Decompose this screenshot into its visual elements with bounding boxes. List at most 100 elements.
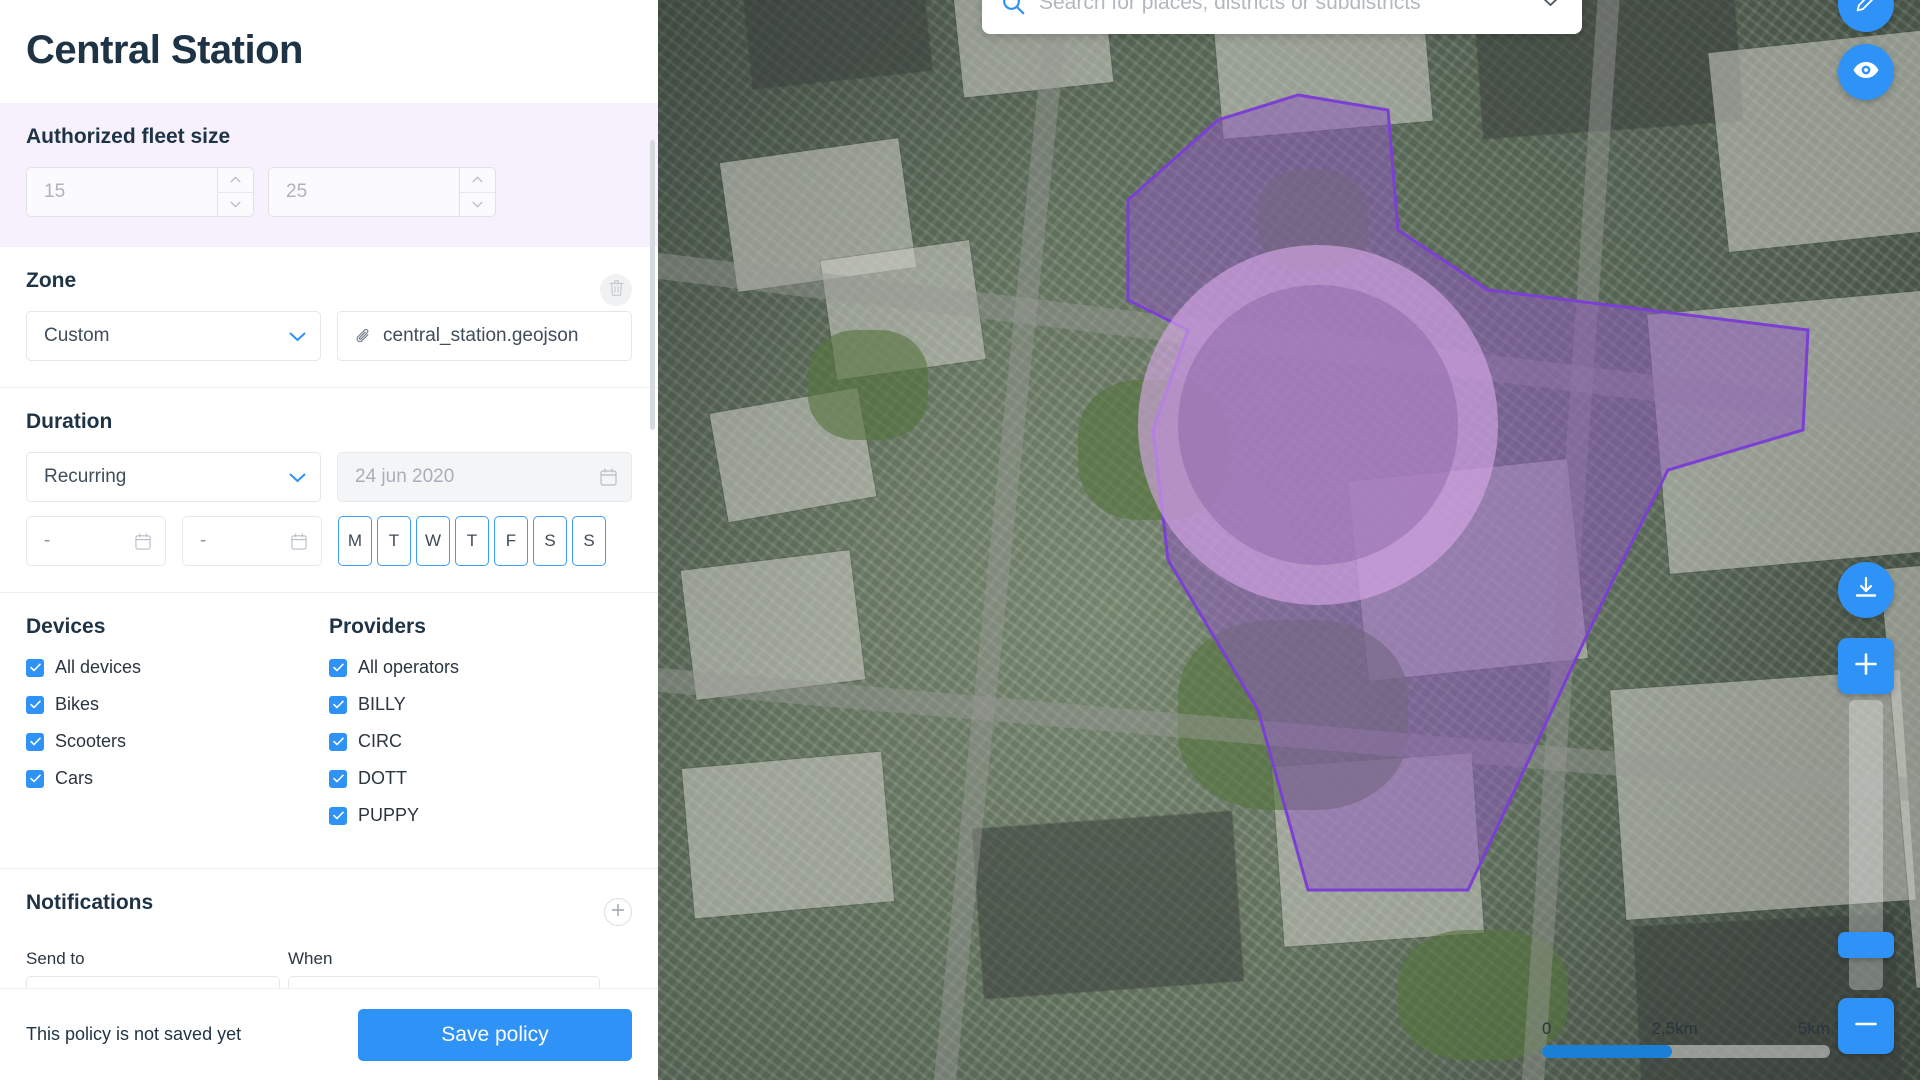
zone-plaza-inner (1178, 285, 1458, 565)
download-icon (1853, 575, 1879, 606)
fleet-min-stepper[interactable]: 15 (26, 167, 254, 217)
weekday-selector: M T W T F S S (338, 516, 606, 566)
duration-mode-select[interactable]: Recurring (26, 452, 321, 502)
chevron-down-icon (289, 469, 306, 486)
eye-icon (1852, 60, 1880, 85)
chevron-down-icon[interactable] (460, 193, 495, 217)
checkbox-checked-icon[interactable] (26, 732, 44, 751)
weekday-button-thu[interactable]: T (455, 516, 489, 566)
checkbox-label: All operators (358, 657, 460, 677)
checkbox-checked-icon[interactable] (26, 658, 44, 677)
checkbox-checked-icon[interactable] (329, 732, 347, 751)
fleet-min-stepper-buttons (217, 168, 253, 216)
plus-icon (1853, 651, 1879, 682)
panel-scroll-area[interactable]: Central Station Authorized fleet size 15 (0, 0, 658, 988)
chevron-down-icon[interactable] (1541, 0, 1560, 12)
checkbox-label: CIRC (358, 731, 402, 751)
weekday-button-tue[interactable]: T (377, 516, 411, 566)
zone-type-value: Custom (44, 325, 110, 346)
checkbox-row-bikes[interactable]: Bikes (26, 694, 329, 715)
aerial-imagery (658, 0, 1920, 1080)
duration-mode-value: Recurring (44, 466, 127, 487)
checkbox-row-all-devices[interactable]: All devices (26, 657, 329, 678)
app-root: Central Station Authorized fleet size 15 (0, 0, 1920, 1080)
fleet-max-stepper-buttons (459, 168, 495, 216)
devices-heading: Devices (26, 615, 106, 638)
zone-type-select[interactable]: Custom (26, 311, 321, 361)
checkbox-checked-icon[interactable] (26, 695, 44, 714)
policy-editor-panel: Central Station Authorized fleet size 15 (0, 0, 658, 1080)
duration-start-time-input[interactable]: - (26, 516, 166, 566)
zone-file-name: central_station.geojson (383, 325, 579, 346)
zoom-in-button[interactable] (1838, 638, 1894, 694)
notification-fields (26, 976, 632, 988)
providers-heading: Providers (329, 615, 426, 638)
duration-row-2: - - M T W T F S S (26, 516, 632, 566)
map-view[interactable]: Search for places, districts or subdistr… (658, 0, 1920, 1080)
panel-footer: This policy is not saved yet Save policy (0, 988, 658, 1080)
when-input[interactable] (288, 976, 600, 988)
paperclip-icon (355, 328, 372, 345)
checkbox-checked-icon[interactable] (329, 806, 347, 825)
zone-heading: Zone (26, 269, 77, 292)
save-policy-button[interactable]: Save policy (358, 1008, 632, 1061)
chevron-down-icon[interactable] (218, 193, 253, 217)
map-search-bar[interactable]: Search for places, districts or subdistr… (982, 0, 1582, 34)
weekday-button-sun[interactable]: S (572, 516, 606, 566)
fleet-max-stepper[interactable]: 25 (268, 167, 496, 217)
checkbox-row-all-operators[interactable]: All operators (329, 657, 632, 678)
download-button[interactable] (1838, 562, 1894, 618)
duration-start-time-value: - (44, 530, 51, 551)
checkbox-row-puppy[interactable]: PUPPY (329, 805, 632, 826)
panel-scrollbar[interactable] (650, 140, 655, 430)
scale-fill (1542, 1045, 1672, 1058)
weekday-button-sat[interactable]: S (533, 516, 567, 566)
duration-heading: Duration (26, 410, 113, 433)
notifications-header: Notifications (26, 891, 632, 933)
add-notification-button[interactable] (604, 898, 632, 926)
toggle-visibility-button[interactable] (1838, 44, 1894, 100)
zone-file-field[interactable]: central_station.geojson (337, 311, 632, 361)
checkbox-label: All devices (55, 657, 142, 677)
chevron-up-icon[interactable] (218, 168, 253, 193)
page-title: Central Station (26, 28, 303, 72)
checkbox-row-circ[interactable]: CIRC (329, 731, 632, 752)
fleet-min-input[interactable]: 15 (27, 168, 217, 216)
zone-section: Zone Custom central_station.geojson (0, 247, 658, 388)
zoom-slider-thumb[interactable] (1838, 932, 1894, 958)
scale-label-end: 5km (1797, 1019, 1830, 1038)
devices-providers-columns: Devices All devices Bikes Scooters Cars … (26, 615, 632, 842)
fleet-max-input[interactable]: 25 (269, 168, 459, 216)
zone-fields: Custom central_station.geojson (26, 311, 632, 361)
duration-end-time-input[interactable]: - (182, 516, 322, 566)
duration-end-time-value: - (200, 530, 207, 551)
weekday-button-wed[interactable]: W (416, 516, 450, 566)
weekday-button-fri[interactable]: F (494, 516, 528, 566)
weekday-button-mon[interactable]: M (338, 516, 372, 566)
providers-column: Providers All operators BILLY CIRC DOTT … (329, 615, 632, 842)
duration-section: Duration Recurring 24 jun 2020 - - M T W… (0, 388, 658, 593)
calendar-icon (135, 532, 151, 550)
zone-delete-button[interactable] (600, 274, 632, 306)
checkbox-label: BILLY (358, 694, 406, 714)
send-to-input[interactable] (26, 976, 280, 988)
checkbox-checked-icon[interactable] (329, 695, 347, 714)
checkbox-label: DOTT (358, 768, 407, 788)
duration-date-input[interactable]: 24 jun 2020 (337, 452, 632, 502)
checkbox-checked-icon[interactable] (329, 658, 347, 677)
chevron-up-icon[interactable] (460, 168, 495, 193)
search-input[interactable]: Search for places, districts or subdistr… (1039, 0, 1527, 15)
checkbox-row-cars[interactable]: Cars (26, 768, 329, 789)
checkbox-row-scooters[interactable]: Scooters (26, 731, 329, 752)
zone-polygon-overlay[interactable] (658, 0, 1920, 1080)
map-scale-bar: 0 2,5km 5km (1542, 1019, 1830, 1058)
search-icon (1002, 0, 1025, 15)
checkbox-row-billy[interactable]: BILLY (329, 694, 632, 715)
checkbox-row-dott[interactable]: DOTT (329, 768, 632, 789)
checkbox-label: Bikes (55, 694, 100, 714)
pencil-icon (1854, 0, 1878, 19)
checkbox-checked-icon[interactable] (329, 769, 347, 788)
scale-label-start: 0 (1542, 1019, 1552, 1038)
zoom-out-button[interactable] (1838, 998, 1894, 1054)
checkbox-checked-icon[interactable] (26, 769, 44, 788)
